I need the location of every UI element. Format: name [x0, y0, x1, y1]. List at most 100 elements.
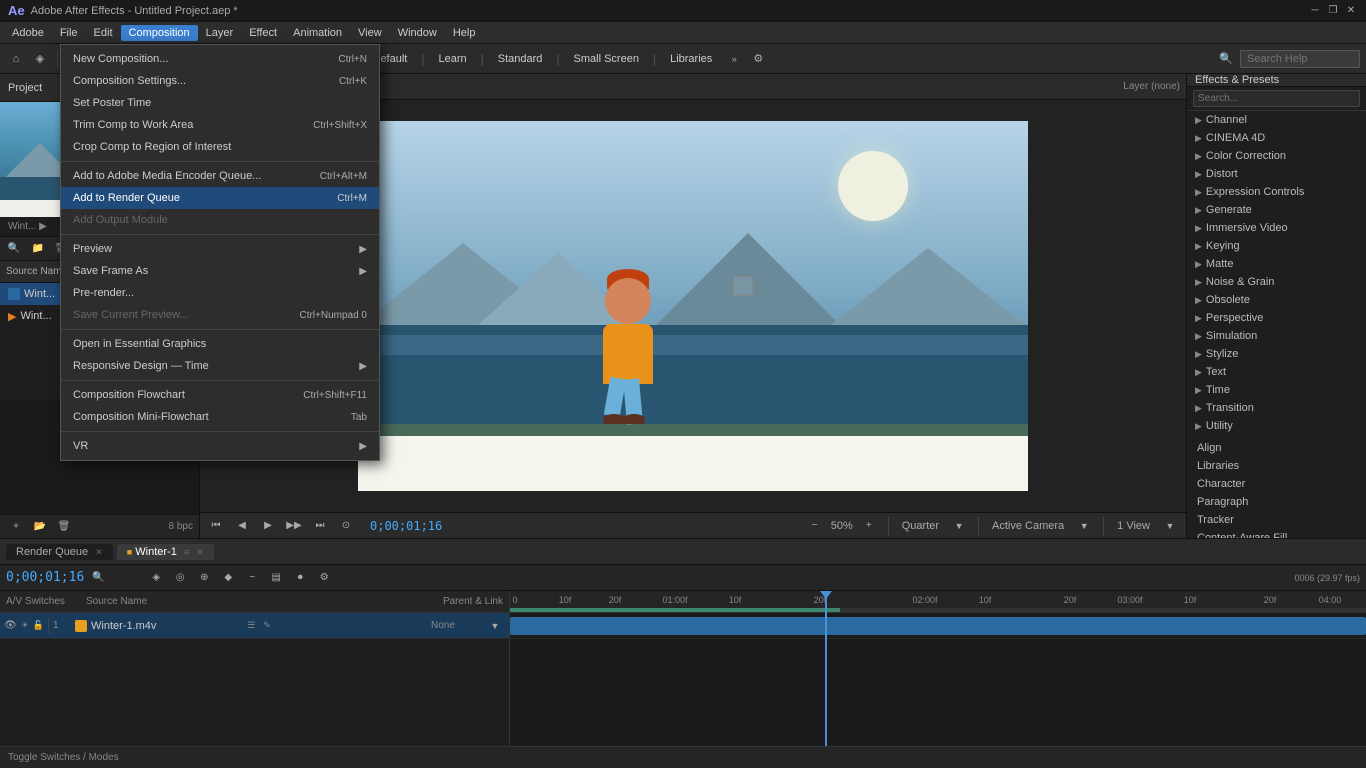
effects-cat-channel[interactable]: ▶ Channel	[1187, 111, 1366, 129]
effects-cat-transition[interactable]: ▶ Transition	[1187, 399, 1366, 417]
libraries-panel-btn[interactable]: Libraries	[1187, 457, 1366, 475]
effects-cat-simulation[interactable]: ▶ Simulation	[1187, 327, 1366, 345]
menu-view[interactable]: View	[350, 25, 390, 41]
cc-transport-play[interactable]: ▶	[258, 516, 278, 536]
menu-add-encoder[interactable]: Add to Adobe Media Encoder Queue... Ctrl…	[61, 165, 379, 187]
paragraph-panel-btn[interactable]: Paragraph	[1187, 493, 1366, 511]
tracker-panel-btn[interactable]: Tracker	[1187, 511, 1366, 529]
character-panel-btn[interactable]: Character	[1187, 475, 1366, 493]
tl-graph-icon[interactable]: ~	[242, 568, 262, 588]
workspace-extend-icon[interactable]: »	[724, 49, 744, 69]
menu-window[interactable]: Window	[390, 25, 445, 41]
tl-comp-icon[interactable]: ◈	[146, 568, 166, 588]
title-bar-controls[interactable]: ─ ❐ ✕	[1308, 4, 1358, 18]
cc-resolution-arrow[interactable]: ▼	[949, 516, 969, 536]
menu-mini-flowchart[interactable]: Composition Mini-Flowchart Tab	[61, 406, 379, 428]
menu-save-frame[interactable]: Save Frame As ▶	[61, 260, 379, 282]
render-queue-tab[interactable]: Render Queue ✕	[6, 544, 113, 560]
effects-cat-color[interactable]: ▶ Color Correction	[1187, 147, 1366, 165]
menu-crop-comp[interactable]: Crop Comp to Region of Interest	[61, 136, 379, 158]
effects-cat-obsolete[interactable]: ▶ Obsolete	[1187, 291, 1366, 309]
layer-pen-0[interactable]: ✎	[263, 620, 271, 631]
cc-zoom-out[interactable]: −	[805, 516, 825, 536]
menu-add-render-queue[interactable]: Add to Render Queue Ctrl+M	[61, 187, 379, 209]
effects-cat-cinema4d[interactable]: ▶ CINEMA 4D	[1187, 129, 1366, 147]
menu-new-composition[interactable]: New Composition... Ctrl+N	[61, 48, 379, 70]
close-button[interactable]: ✕	[1344, 4, 1358, 18]
workspace-settings-icon[interactable]: ⚙	[748, 49, 768, 69]
pb-new-icon[interactable]: +	[6, 516, 26, 536]
tl-solo-icon[interactable]: ◎	[170, 568, 190, 588]
menu-pre-render[interactable]: Pre-render...	[61, 282, 379, 304]
menu-set-poster-time[interactable]: Set Poster Time	[61, 92, 379, 114]
effects-cat-distort[interactable]: ▶ Distort	[1187, 165, 1366, 183]
minimize-button[interactable]: ─	[1308, 4, 1322, 18]
effects-cat-text[interactable]: ▶ Text	[1187, 363, 1366, 381]
home-icon[interactable]: ⌂	[6, 49, 26, 69]
align-panel-btn[interactable]: Align	[1187, 439, 1366, 457]
workspace-small-screen[interactable]: Small Screen	[566, 51, 647, 67]
render-queue-close[interactable]: ✕	[95, 547, 103, 557]
cc-transport-back[interactable]: ⏮	[206, 516, 226, 536]
comp-timeline-settings[interactable]: ≡	[184, 547, 189, 557]
menu-animation[interactable]: Animation	[285, 25, 350, 41]
effects-cat-time[interactable]: ▶ Time	[1187, 381, 1366, 399]
effects-cat-matte[interactable]: ▶ Matte	[1187, 255, 1366, 273]
menu-effect[interactable]: Effect	[241, 25, 285, 41]
tl-search-icon[interactable]: 🔍	[88, 568, 108, 588]
tl-settings-icon[interactable]: ⚙	[314, 568, 334, 588]
cc-transport-next[interactable]: ▶▶	[284, 516, 304, 536]
pb-folder-icon[interactable]: 📂	[30, 516, 50, 536]
menu-trim-comp[interactable]: Trim Comp to Work Area Ctrl+Shift+X	[61, 114, 379, 136]
tl-render-icon[interactable]: ⏺	[290, 568, 310, 588]
menu-help[interactable]: Help	[445, 25, 484, 41]
workspace-libraries[interactable]: Libraries	[662, 51, 720, 67]
cc-view-arrow[interactable]: ▼	[1160, 516, 1180, 536]
menu-flowchart[interactable]: Composition Flowchart Ctrl+Shift+F11	[61, 384, 379, 406]
effects-cat-perspective[interactable]: ▶ Perspective	[1187, 309, 1366, 327]
workspace-standard[interactable]: Standard	[490, 51, 551, 67]
content-aware-fill-btn[interactable]: Content-Aware Fill	[1187, 529, 1366, 538]
playhead[interactable]	[825, 591, 827, 746]
menu-composition[interactable]: Composition	[121, 25, 198, 41]
cc-transport-end[interactable]: ⏭	[310, 516, 330, 536]
menu-add-output-module[interactable]: Add Output Module	[61, 209, 379, 231]
layer-mode-arrow-0[interactable]: ▼	[485, 616, 505, 636]
layer-row-0[interactable]: 👁 ☀ 🔓 1 Winter-1.m4v ☰ ✎ None ▼	[0, 613, 509, 639]
layer-lock-0[interactable]: 🔓	[33, 620, 44, 631]
search-icon[interactable]: 🔍	[1216, 49, 1236, 69]
workspace-learn[interactable]: Learn	[430, 51, 474, 67]
tl-mode-icon[interactable]: ▤	[266, 568, 286, 588]
menu-comp-settings[interactable]: Composition Settings... Ctrl+K	[61, 70, 379, 92]
cc-zoom-in[interactable]: +	[859, 516, 879, 536]
layer-solo-0[interactable]: ☀	[21, 620, 29, 631]
project-folder-icon[interactable]: 📁	[28, 239, 48, 259]
tl-keyframe-icon[interactable]: ◆	[218, 568, 238, 588]
tl-parent-icon[interactable]: ⊕	[194, 568, 214, 588]
effects-cat-immersive[interactable]: ▶ Immersive Video	[1187, 219, 1366, 237]
project-search-icon[interactable]: 🔍	[4, 239, 24, 259]
effects-cat-utility[interactable]: ▶ Utility	[1187, 417, 1366, 435]
menu-preview[interactable]: Preview ▶	[61, 238, 379, 260]
menu-edit[interactable]: Edit	[86, 25, 121, 41]
menu-adobe[interactable]: Adobe	[4, 25, 52, 41]
search-input[interactable]	[1240, 50, 1360, 68]
track-bar-0[interactable]	[510, 617, 1366, 635]
pin-icon[interactable]: ◈	[30, 49, 50, 69]
cc-transport-prev[interactable]: ◀	[232, 516, 252, 536]
menu-file[interactable]: File	[52, 25, 86, 41]
cc-ram-preview[interactable]: ⊙	[336, 516, 356, 536]
cc-camera-arrow[interactable]: ▼	[1074, 516, 1094, 536]
effects-cat-expression[interactable]: ▶ Expression Controls	[1187, 183, 1366, 201]
effects-cat-noise[interactable]: ▶ Noise & Grain	[1187, 273, 1366, 291]
effects-cat-stylize[interactable]: ▶ Stylize	[1187, 345, 1366, 363]
comp-timeline-tab[interactable]: ■ Winter-1 ≡ ✕	[117, 544, 214, 560]
menu-vr[interactable]: VR ▶	[61, 435, 379, 457]
menu-open-essential[interactable]: Open in Essential Graphics	[61, 333, 379, 355]
effects-cat-generate[interactable]: ▶ Generate	[1187, 201, 1366, 219]
menu-responsive-design[interactable]: Responsive Design — Time ▶	[61, 355, 379, 377]
pb-trash-icon[interactable]: 🗑	[54, 516, 74, 536]
effects-search-input[interactable]	[1193, 90, 1360, 107]
layer-visibility-0[interactable]: 👁	[4, 620, 17, 631]
comp-timeline-close[interactable]: ✕	[196, 547, 204, 557]
